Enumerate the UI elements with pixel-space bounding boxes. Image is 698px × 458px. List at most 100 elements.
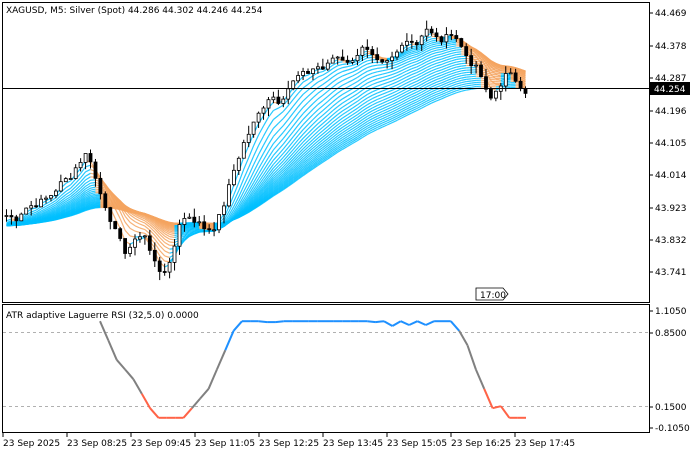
ribbon-segment	[135, 222, 140, 225]
ribbon-segment	[427, 52, 432, 54]
rsi-segment	[184, 408, 192, 418]
ribbon-segment	[387, 78, 392, 80]
candle-body	[213, 230, 216, 231]
ribbon-segment	[382, 109, 387, 111]
ribbon-segment	[353, 82, 358, 85]
candle-body	[524, 89, 527, 94]
ribbon-segment	[471, 87, 476, 88]
ribbon-segment	[397, 62, 402, 64]
ribbon-segment	[451, 70, 456, 72]
ribbon-segment	[353, 108, 358, 111]
ribbon-segment	[451, 79, 456, 81]
ribbon-segment	[437, 54, 442, 55]
ribbon-segment	[382, 76, 387, 77]
ribbon-segment	[437, 92, 442, 94]
candle-body	[480, 65, 483, 77]
ribbon-segment	[412, 54, 417, 55]
ribbon-segment	[338, 90, 343, 93]
ribbon-segment	[432, 58, 437, 60]
ribbon-segment	[343, 118, 348, 121]
candle	[119, 227, 122, 241]
ribbon-segment	[377, 81, 382, 83]
ribbon-segment	[323, 81, 328, 85]
ribbon-segment	[432, 94, 437, 96]
ribbon-segment	[353, 77, 358, 80]
ribbon-segment	[348, 118, 353, 121]
price-panel-frame	[3, 3, 650, 303]
ribbon-segment	[343, 67, 348, 68]
ribbon-segment	[165, 251, 170, 253]
candle-body	[94, 162, 97, 178]
ribbon-segment	[392, 67, 397, 69]
candle-body	[341, 57, 344, 60]
ribbon-segment	[461, 73, 466, 74]
candle-body	[405, 41, 408, 45]
ribbon-segment	[491, 78, 496, 79]
ribbon-segment	[387, 105, 392, 107]
ribbon-segment	[170, 239, 175, 240]
ribbon-segment	[387, 81, 392, 83]
ribbon-segment	[353, 73, 358, 76]
ribbon-segment	[273, 108, 278, 110]
ribbon-segment	[387, 69, 392, 70]
ribbon-segment	[437, 80, 442, 82]
ribbon-segment	[278, 126, 283, 131]
ribbon-segment	[293, 125, 298, 131]
candle-body	[475, 65, 478, 66]
ribbon-segment	[372, 75, 377, 77]
ribbon-segment	[367, 108, 372, 111]
candle-body	[316, 67, 319, 69]
candle-body	[282, 99, 285, 103]
candle-body	[173, 246, 176, 262]
ribbon-segment	[397, 100, 402, 103]
ribbon-segment	[427, 39, 432, 41]
ribbon-segment	[303, 114, 308, 119]
chart-window[interactable]: 44.469 44.378 44.287 44.196 44.105 44.01…	[0, 0, 698, 454]
ribbon-segment	[288, 113, 293, 120]
candle-body	[420, 36, 423, 45]
ribbon-segment	[402, 77, 407, 80]
ribbon-segment	[471, 78, 476, 79]
candle-body	[119, 229, 122, 239]
ribbon-segment	[437, 47, 442, 48]
ribbon-segment	[382, 117, 387, 119]
candle-body	[158, 261, 161, 272]
ribbon-segment	[491, 74, 496, 75]
ribbon-segment	[318, 72, 323, 73]
ribbon-segment	[432, 61, 437, 63]
candle-body	[84, 154, 87, 163]
ribbon-segment	[407, 78, 412, 80]
ribbon-segment	[402, 80, 407, 83]
ribbon-segment	[377, 109, 382, 111]
ribbon-segment	[328, 82, 333, 86]
ribbon-segment	[362, 75, 367, 78]
ribbon-segment	[456, 89, 461, 91]
ribbon-segment	[466, 89, 471, 90]
ribbon-segment	[278, 144, 283, 150]
chart-canvas[interactable]: 44.469 44.378 44.287 44.196 44.105 44.01…	[0, 0, 698, 454]
ribbon-segment	[338, 99, 343, 103]
ribbon-segment	[377, 84, 382, 86]
ribbon-segment	[318, 80, 323, 83]
ribbon-segment	[417, 59, 422, 61]
ribbon-segment	[397, 68, 402, 70]
ribbon-segment	[303, 96, 308, 101]
ribbon-segment	[402, 89, 407, 92]
ribbon-segment	[397, 65, 402, 67]
candle-body	[287, 89, 290, 99]
ribbon-segment	[264, 117, 269, 126]
rsi-segment	[501, 406, 509, 418]
ribbon-segment	[377, 106, 382, 108]
ribbon-segment	[407, 58, 412, 60]
candle-body	[168, 262, 171, 272]
ribbon-segment	[328, 77, 333, 81]
ribbon-segment	[86, 173, 91, 176]
candle-body	[509, 73, 512, 74]
ribbon-segment	[358, 105, 363, 109]
ribbon-segment	[412, 46, 417, 47]
ribbon-segment	[358, 98, 363, 102]
ribbon-segment	[432, 38, 437, 39]
ribbon-segment	[437, 70, 442, 72]
candle	[129, 243, 132, 256]
ribbon-segment	[427, 49, 432, 51]
